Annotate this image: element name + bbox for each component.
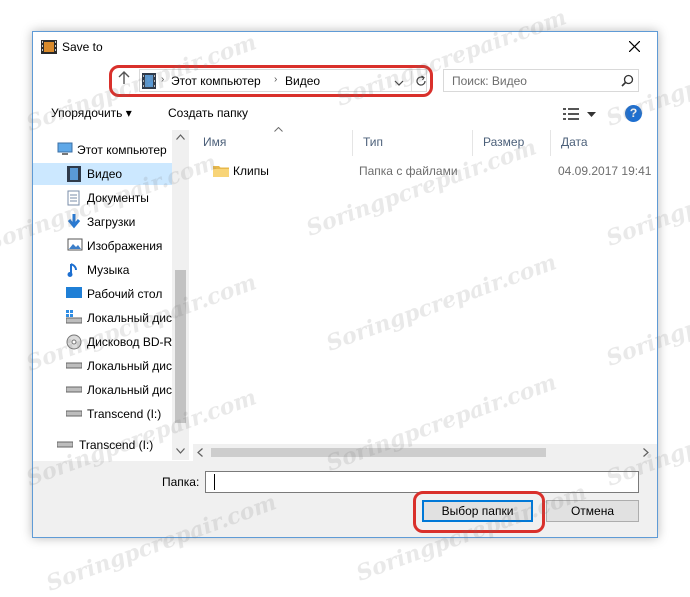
close-button[interactable] [613,32,657,62]
help-button[interactable]: ? [625,105,642,122]
chevron-down-icon [587,112,596,117]
video-folder-icon [142,73,156,92]
view-options-button[interactable] [563,106,597,122]
content-scroll-thumb[interactable] [211,448,546,457]
refresh-button[interactable] [411,71,427,91]
nav-item-label: Документы [87,191,149,205]
nav-item-label: Локальный дис [87,359,172,373]
nav-item-music[interactable]: Музыка [33,259,172,281]
pictures-icon [67,238,83,254]
breadcrumb-separator-icon: › [161,74,165,85]
column-header-name[interactable]: Имя [193,130,353,156]
nav-item-label: Музыка [87,263,130,277]
nav-scroll-thumb[interactable] [175,270,186,423]
breadcrumb-video[interactable]: Видео [285,74,320,88]
search-box[interactable] [443,69,639,92]
nav-item-local-disk-2[interactable]: Локальный дис [33,355,172,377]
nav-item-transcend-1[interactable]: Transcend (I:) [33,403,172,425]
close-icon [629,41,640,52]
list-view-icon [563,108,579,120]
column-headers: Имя Тип Размер Дата [193,130,655,156]
new-folder-button[interactable]: Создать папку [168,106,248,120]
chevron-down-icon[interactable] [394,76,404,90]
documents-icon [67,190,83,206]
nav-item-label: Этот компьютер [77,143,167,157]
column-header-type[interactable]: Тип [353,130,473,156]
nav-item-video[interactable]: Видео [33,163,172,185]
command-bar: Упорядочить ▾ Создать папку ? [33,98,657,128]
nav-item-bd-rom[interactable]: Дисковод BD-RC [33,331,172,353]
file-row[interactable]: Клипы Папка с файлами 04.09.2017 19:41 [193,160,655,182]
film-app-icon [41,40,57,57]
scroll-right-icon[interactable] [643,448,649,457]
title-bar: Save to [33,32,657,62]
drive-icon [65,382,83,398]
nav-item-transcend-2[interactable]: Transcend (I:) [33,434,172,456]
organize-button[interactable]: Упорядочить ▾ [51,106,132,120]
desktop-icon [66,286,82,302]
content-horizontal-scrollbar[interactable] [193,444,657,461]
drive-icon [56,437,74,453]
nav-item-local-disk-c[interactable]: Локальный дис [33,307,172,329]
nav-item-documents[interactable]: Документы [33,187,172,209]
text-caret [214,474,215,490]
file-name: Клипы [233,164,269,178]
computer-icon [57,142,73,158]
column-header-size[interactable]: Размер [473,130,551,156]
column-header-date[interactable]: Дата [551,130,655,156]
navigation-pane: Этот компьютер Видео Документы Загрузки … [33,130,190,460]
nav-item-downloads[interactable]: Загрузки [33,211,172,233]
nav-item-label: Загрузки [87,215,136,229]
breadcrumb-separator-icon: › [274,74,278,85]
address-row: › Этот компьютер › Видео [33,66,657,94]
up-button[interactable] [117,71,135,89]
drive-icon [65,406,83,422]
file-type: Папка с файлами [359,164,458,178]
optical-drive-icon [66,334,82,350]
arrow-up-icon [118,71,130,84]
search-input[interactable] [444,70,612,91]
dialog-footer: Папка: Выбор папки Отмена [33,461,657,537]
local-disk-icon [65,310,83,326]
folder-icon [213,164,229,180]
nav-item-label: Локальный дис [87,311,172,325]
window-title: Save to [62,40,103,54]
scroll-up-icon[interactable] [176,134,185,140]
refresh-icon [416,75,426,86]
video-folder-icon [67,166,83,182]
nav-item-label: Дисковод BD-RC [87,335,172,349]
nav-item-label: Transcend (I:) [87,407,162,421]
nav-item-label: Transcend (I:) [79,438,154,452]
scroll-left-icon[interactable] [197,448,203,457]
nav-scrollbar[interactable] [172,130,189,460]
nav-item-label: Изображения [87,239,163,253]
music-icon [67,262,83,278]
scroll-down-icon[interactable] [176,448,185,454]
cancel-button[interactable]: Отмена [546,500,639,522]
drive-icon [65,358,83,374]
select-folder-button[interactable]: Выбор папки [422,500,533,522]
folder-input[interactable] [205,471,639,493]
breadcrumb-this-pc[interactable]: Этот компьютер [171,74,261,88]
save-to-dialog: Save to › Этот компьютер › Видео Поиск: … [32,31,658,538]
nav-item-local-disk-3[interactable]: Локальный дис [33,379,172,401]
nav-item-desktop[interactable]: Рабочий стол [33,283,172,305]
folder-label: Папка: [162,475,200,489]
downloads-icon [67,214,83,230]
nav-item-this-pc[interactable]: Этот компьютер [33,139,172,161]
nav-item-label: Локальный дис [87,383,172,397]
nav-item-label: Видео [87,167,123,181]
search-icon[interactable] [621,74,634,90]
nav-item-pictures[interactable]: Изображения [33,235,172,257]
address-bar[interactable]: › Этот компьютер › Видео [139,69,427,92]
file-date: 04.09.2017 19:41 [558,164,652,178]
nav-item-label: Рабочий стол [87,287,163,301]
